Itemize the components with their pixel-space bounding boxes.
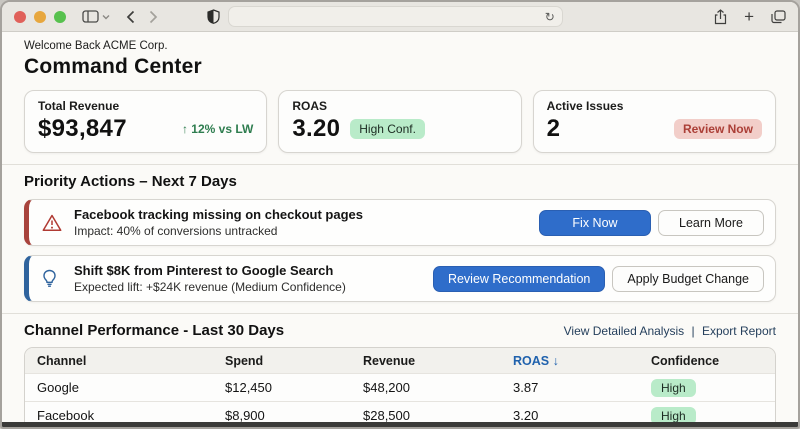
link-separator: | [691,324,695,338]
address-input[interactable] [235,10,545,23]
sidebar-chevron-down-icon[interactable] [102,14,110,20]
warning-triangle-icon [42,214,64,232]
reload-icon[interactable]: ↻ [545,10,555,24]
section-divider [2,164,798,165]
channel-performance-title: Channel Performance - Last 30 Days [24,322,285,339]
metric-value: $93,847 [38,115,127,142]
column-header-confidence: Confidence [651,353,720,368]
share-icon[interactable] [714,8,727,25]
metric-card-active-issues: Active Issues 2 Review Now [532,90,776,153]
cell-roas: 3.87 [513,380,539,395]
export-report-link[interactable]: Export Report [702,324,776,338]
metric-cards: Total Revenue $93,847 ↑ 12% vs LW ROAS 3… [24,90,776,153]
fix-now-button[interactable]: Fix Now [539,209,651,236]
window-bottom-edge [2,422,798,427]
apply-budget-change-button[interactable]: Apply Budget Change [612,265,764,292]
metric-label: Total Revenue [38,99,120,113]
priority-actions-title: Priority Actions – Next 7 Days [24,173,237,190]
alert-title: Shift $8K from Pinterest to Google Searc… [74,263,334,278]
channel-performance-table: Channel Spend Revenue ROAS ↓ Confidence … [24,347,776,427]
cell-revenue: $48,200 [363,380,410,395]
roas-confidence-badge: High Conf. [350,119,425,139]
address-bar[interactable]: ↻ [227,6,563,27]
browser-window: ↻ + Welcome Back ACME Corp. Command Cent… [0,0,800,429]
browser-toolbar: ↻ + [2,2,798,32]
cell-channel: Google [37,380,79,395]
view-detailed-analysis-link[interactable]: View Detailed Analysis [564,324,685,338]
cell-channel: Facebook [37,408,95,423]
privacy-shield-icon[interactable] [207,9,220,24]
metric-card-roas: ROAS 3.20 High Conf. [278,90,522,153]
metric-card-total-revenue: Total Revenue $93,847 ↑ 12% vs LW [24,90,268,153]
cell-spend: $12,450 [225,380,272,395]
column-header-roas-sort[interactable]: ROAS ↓ [513,354,651,368]
column-header-revenue: Revenue [363,353,416,368]
close-window-button[interactable] [14,10,26,23]
alert-title: Facebook tracking missing on checkout pa… [74,207,363,222]
cell-spend: $8,900 [225,408,265,423]
zoom-window-button[interactable] [54,10,66,23]
review-now-badge[interactable]: Review Now [673,119,762,139]
back-button[interactable] [126,10,135,24]
page-title: Command Center [24,55,202,78]
metric-value: 2 [546,115,561,142]
new-tab-icon[interactable]: + [744,7,754,27]
confidence-badge: High [651,378,696,397]
forward-button[interactable] [149,10,158,24]
lightbulb-icon [42,269,64,288]
alert-subtitle: Expected lift: +$24K revenue (Medium Con… [74,280,346,294]
sidebar-toggle-icon[interactable] [82,10,99,23]
cell-revenue: $28,500 [363,408,410,423]
metric-label: Active Issues [546,99,624,113]
cell-roas: 3.20 [513,408,539,423]
window-controls [14,10,66,23]
channel-links: View Detailed Analysis | Export Report [564,324,776,338]
alert-subtitle: Impact: 40% of conversions untracked [74,224,278,238]
priority-alert-budget-shift: Shift $8K from Pinterest to Google Searc… [24,255,776,302]
table-row-google: Google $12,450 $48,200 3.87 High [25,373,775,401]
learn-more-button[interactable]: Learn More [658,209,764,236]
revenue-delta: ↑ 12% vs LW [181,122,254,136]
table-header-row: Channel Spend Revenue ROAS ↓ Confidence [25,348,775,373]
minimize-window-button[interactable] [34,10,46,23]
metric-label: ROAS [292,99,327,113]
metric-value: 3.20 [292,115,341,142]
tab-overview-icon[interactable] [771,9,786,24]
review-recommendation-button[interactable]: Review Recommendation [432,265,606,292]
priority-alert-tracking: Facebook tracking missing on checkout pa… [24,199,776,246]
column-header-channel: Channel [37,353,87,368]
section-divider [2,313,798,314]
welcome-text: Welcome Back ACME Corp. [24,40,168,52]
column-header-spend: Spend [225,353,264,368]
